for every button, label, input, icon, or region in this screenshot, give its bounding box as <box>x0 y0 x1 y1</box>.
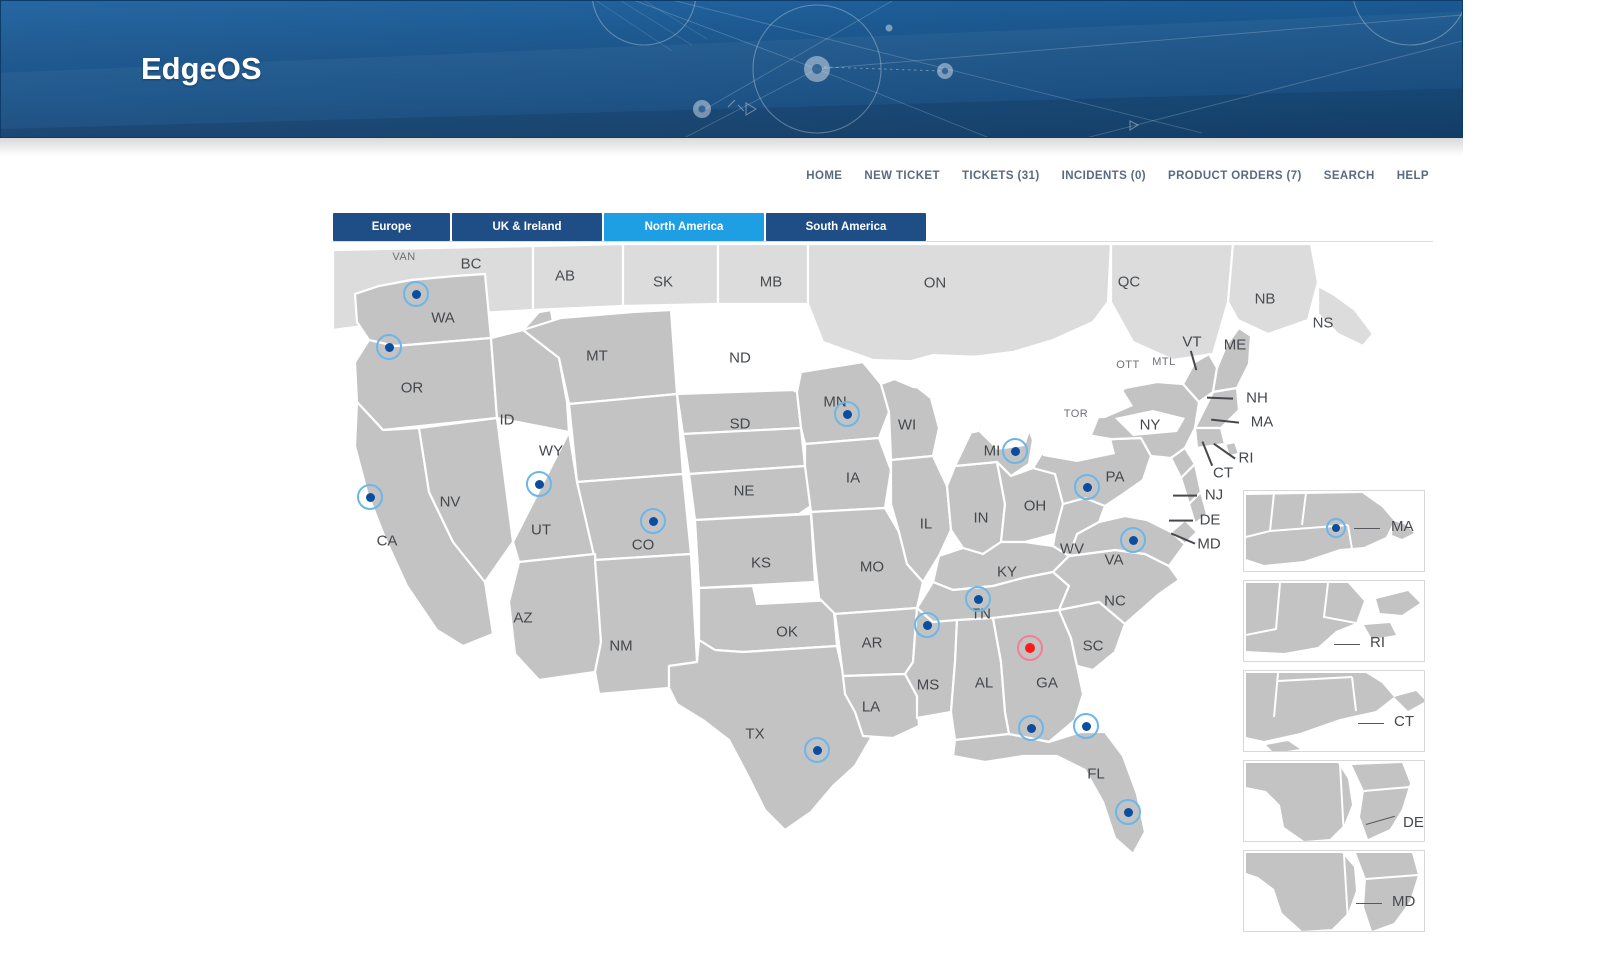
top-navigation: HOME NEW TICKET TICKETS (31) INCIDENTS (0) P… <box>0 166 1437 184</box>
region-tab-uk-ireland[interactable]: UK & Ireland <box>452 213 602 241</box>
inset-site-marker-ma[interactable] <box>1326 518 1346 538</box>
site-marker-jacksonville[interactable] <box>1073 713 1099 739</box>
region-tab-south-america[interactable]: South America <box>766 213 926 241</box>
nav-help[interactable]: HELP <box>1397 170 1429 182</box>
inset-map-md[interactable]: MD <box>1243 850 1425 932</box>
inset-label-de: DE <box>1403 814 1424 831</box>
inset-geometry <box>1245 582 1420 653</box>
region-tab-europe[interactable]: Europe <box>333 213 450 241</box>
inset-label-ma: MA <box>1391 518 1414 535</box>
inset-label-ct: CT <box>1394 713 1414 730</box>
site-marker-portland[interactable] <box>376 334 402 360</box>
nav-incidents[interactable]: INCIDENTS (0) <box>1062 170 1146 182</box>
region-tab-north-america[interactable]: North America <box>604 213 764 241</box>
site-marker-dallas[interactable] <box>804 737 830 763</box>
site-marker-nashville[interactable] <box>965 586 991 612</box>
nav-new-ticket[interactable]: NEW TICKET <box>864 170 940 182</box>
inset-label-ri: RI <box>1370 634 1385 651</box>
site-marker-tallahassee[interactable] <box>1018 715 1044 741</box>
nav-tickets[interactable]: TICKETS (31) <box>962 170 1040 182</box>
inset-geometry <box>1246 672 1424 751</box>
site-marker-bay-area[interactable] <box>357 484 383 510</box>
site-marker-minneapolis[interactable] <box>834 401 860 427</box>
inset-geometry <box>1246 762 1411 841</box>
site-marker-memphis[interactable] <box>914 612 940 638</box>
nav-home[interactable]: HOME <box>806 170 842 182</box>
inset-map-de[interactable]: DE <box>1243 760 1425 842</box>
site-marker-salt-lake[interactable] <box>526 471 552 497</box>
banner-network-graphic <box>592 1 1462 137</box>
site-marker-ashburn[interactable] <box>1120 527 1146 553</box>
site-marker-denver[interactable] <box>640 508 666 534</box>
banner-drop-shadow <box>0 138 1463 156</box>
app-header-banner: EdgeOS <box>0 0 1463 138</box>
site-marker-detroit[interactable] <box>1002 438 1028 464</box>
app-logo: EdgeOS <box>141 51 262 86</box>
inset-map-ma[interactable]: MA <box>1243 490 1425 572</box>
site-marker-atlanta[interactable] <box>1017 635 1043 661</box>
site-marker-seattle[interactable] <box>403 281 429 307</box>
inset-label-md: MD <box>1392 893 1416 910</box>
inset-map-ri[interactable]: RI <box>1243 580 1425 662</box>
inset-geometry <box>1246 853 1419 931</box>
site-marker-pittsburgh[interactable] <box>1074 474 1100 500</box>
map-panel: WA OR CA NV ID MT WY UT AZ NM CO ND SD NE KS OK TX MN IA MO… <box>333 241 1433 941</box>
site-marker-miami[interactable] <box>1115 799 1141 825</box>
inset-map-ct[interactable]: CT <box>1243 670 1425 752</box>
region-tab-bar: Europe UK & Ireland North America South Ame… <box>333 213 926 241</box>
nav-search[interactable]: SEARCH <box>1324 170 1375 182</box>
nav-product-orders[interactable]: PRODUCT ORDERS (7) <box>1168 170 1302 182</box>
